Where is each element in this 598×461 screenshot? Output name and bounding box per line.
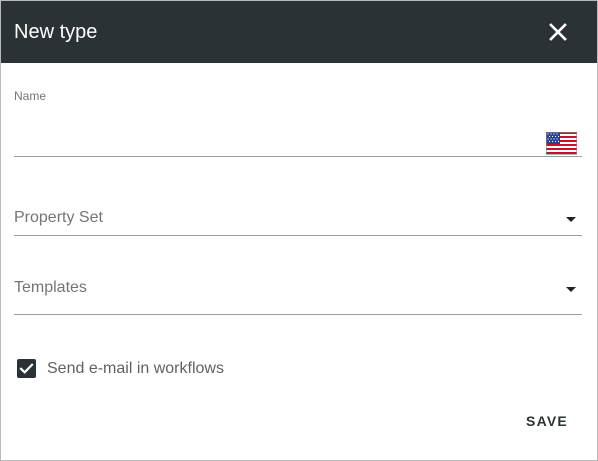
save-button[interactable]: SAVE	[513, 403, 581, 439]
templates-select[interactable]: Templates	[14, 270, 582, 306]
close-button[interactable]	[542, 16, 574, 48]
dialog-header: New type	[1, 1, 597, 63]
dropdown-arrow-icon	[566, 287, 576, 292]
property-set-select[interactable]: Property Set	[14, 200, 582, 236]
property-set-placeholder: Property Set	[14, 209, 103, 226]
dialog-title: New type	[14, 21, 98, 43]
templates-placeholder: Templates	[14, 279, 87, 296]
language-selector-button[interactable]	[546, 132, 577, 155]
name-input[interactable]	[14, 119, 539, 145]
dropdown-arrow-icon	[566, 217, 576, 222]
send-email-label[interactable]: Send e-mail in workflows	[47, 359, 224, 378]
name-field-label: Name	[14, 89, 47, 103]
property-set-underline	[14, 235, 582, 236]
us-flag-icon	[546, 132, 577, 155]
send-email-checkbox[interactable]	[17, 359, 36, 378]
name-field-underline	[14, 156, 582, 157]
checkmark-icon	[19, 363, 34, 374]
close-icon	[549, 23, 567, 41]
new-type-dialog: New type Name Property Set Templates Sen…	[0, 0, 598, 461]
templates-underline	[14, 314, 582, 315]
